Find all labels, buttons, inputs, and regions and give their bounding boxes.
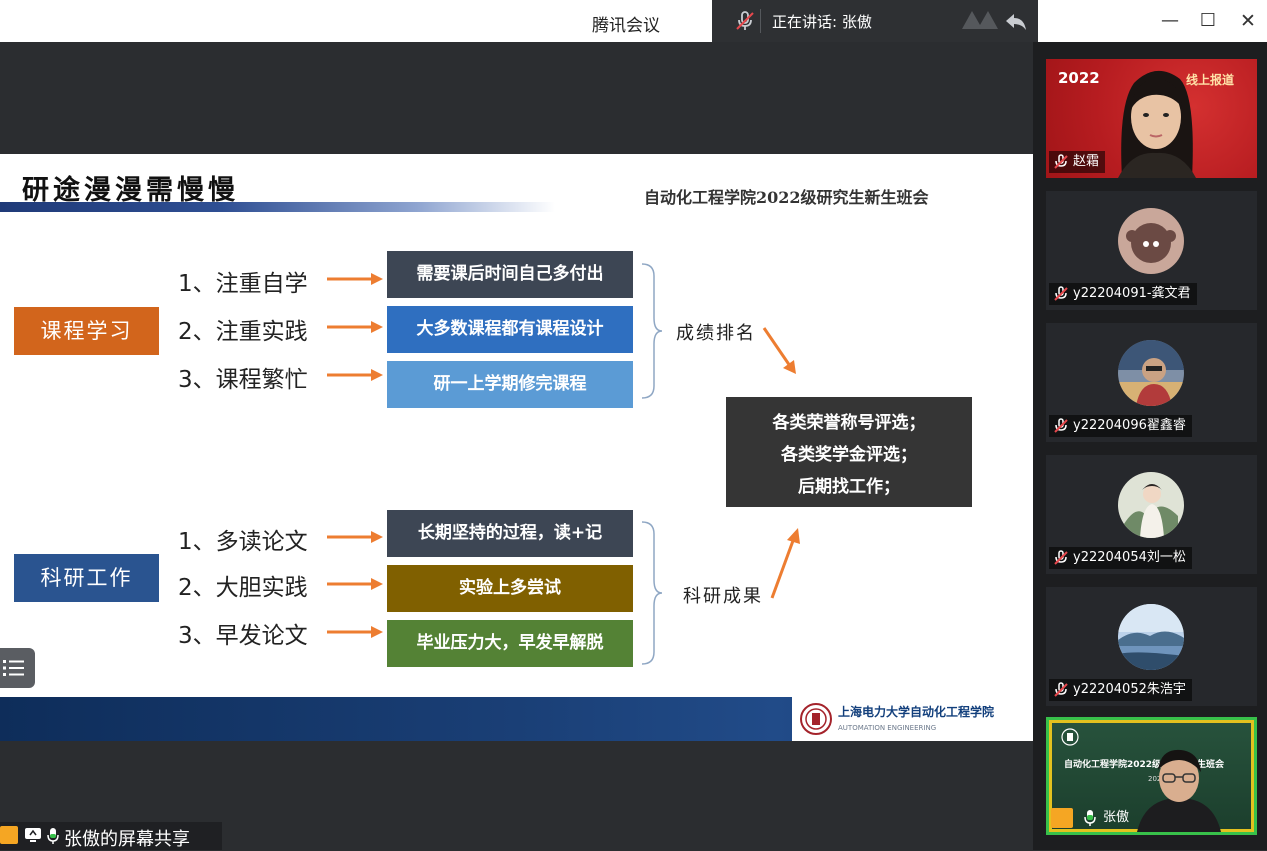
title-underline [0,202,555,212]
research-detail-2: 实验上多尝试 [387,565,633,612]
outcome-line-2: 各类奖学金评选； [781,445,917,465]
title-bar: 腾讯会议 正在讲话: 张傲 — ☐ ✕ [0,0,1267,42]
participant-name-label: 张傲 [1049,806,1129,830]
slide-subtitle: 自动化工程学院2022级研究生新生班会 [644,188,929,207]
participant-tile[interactable]: y22204054刘一松 [1046,455,1257,574]
list-icon [3,660,24,676]
arrow-icon [327,531,383,543]
participant-name: 赵霜 [1073,154,1100,169]
mic-active-icon [1084,810,1096,826]
school-name: 上海电力大学自动化工程学院 [838,705,995,719]
participant-tile[interactable]: 2022 线上报道 赵霜 [1046,59,1257,178]
school-logo-area: 上海电力大学自动化工程学院 AUTOMATION ENGINEERING [792,697,1033,741]
participant-tile[interactable]: y22204096翟鑫睿 [1046,323,1257,442]
course-detail-2: 大多数课程都有课程设计 [387,306,633,353]
outcome-box: 各类荣誉称号评选； 各类奖学金评选； 后期找工作； [726,397,972,507]
maximize-button[interactable]: ☐ [1193,8,1223,34]
participant-name: y22204091-龚文君 [1073,286,1191,301]
arrow-icon [327,626,383,638]
research-detail-3: 毕业压力大，早发早解脱 [387,620,633,667]
brace-icon [641,263,663,399]
participant-video-icon [1118,70,1196,178]
back-arrow-icon[interactable] [1002,8,1030,34]
slide-list-button[interactable] [0,648,35,688]
research-point-1: 1、多读论文 [178,529,308,555]
participant-name: y22204052朱浩宇 [1073,682,1186,697]
presentation-slide: 研途漫漫需慢慢 自动化工程学院2022级研究生新生班会 课程学习 1、注重自学 … [0,154,1033,741]
participant-name: y22204054刘一松 [1073,550,1186,565]
school-name-english: AUTOMATION ENGINEERING [838,724,937,732]
avatar-image [1126,223,1176,263]
mic-muted-icon [1054,286,1068,301]
mic-muted-icon [1054,550,1068,565]
mic-muted-icon [736,11,754,30]
course-point-3: 3、课程繁忙 [178,367,308,393]
avatar [1118,604,1184,670]
participant-name-label: y22204096翟鑫睿 [1049,415,1192,437]
tencent-meeting-logo [962,11,998,29]
minimize-button[interactable]: — [1155,8,1185,34]
research-point-3: 3、早发论文 [178,623,308,649]
participant-video-icon [1137,749,1221,832]
speaking-status: 正在讲话: 张傲 [772,13,872,31]
mic-active-icon [47,828,59,844]
avatar-image [1118,340,1184,406]
speaker-indicator[interactable]: 正在讲话: 张傲 [712,0,1038,42]
course-result: 成绩排名 [676,323,756,344]
avatar-image [1118,604,1184,670]
research-detail-1: 长期坚持的过程，读+记 [387,510,633,557]
divider [760,9,761,33]
participant-name: y22204096翟鑫睿 [1073,418,1186,433]
research-result: 科研成果 [683,586,763,607]
participant-tile-active[interactable]: 自动化工程学院2022级研究生新生班会 2022 张傲 [1046,717,1257,835]
arrow-icon [327,369,383,381]
participant-name-label: y22204052朱浩宇 [1049,679,1192,701]
participant-name: 张傲 [1103,810,1130,825]
avatar [1118,340,1184,406]
course-point-2: 2、注重实践 [178,319,308,345]
arrow-up-right-icon [770,528,800,599]
participant-tile[interactable]: y22204091-龚文君 [1046,191,1257,310]
course-detail-3: 研一上学期修完课程 [387,361,633,408]
research-point-2: 2、大胆实践 [178,575,308,601]
screen-share-label: 张傲的屏幕共享 [0,822,222,850]
outcome-line-3: 后期找工作； [798,477,900,497]
avatar [1118,472,1184,538]
user-icon [0,826,18,844]
screen-share-icon [25,828,41,842]
mic-muted-icon [1054,154,1068,169]
arrow-icon [327,273,383,285]
participant-panel: 2022 线上报道 赵霜 y22204091-龚文君 y22204096翟鑫睿 … [1033,42,1267,850]
category-research: 科研工作 [14,554,159,602]
participant-name-label: 赵霜 [1049,151,1106,173]
app-title: 腾讯会议 [592,16,660,36]
screen-share-area: 研途漫漫需慢慢 自动化工程学院2022级研究生新生班会 课程学习 1、注重自学 … [0,42,1033,850]
arrow-icon [327,578,383,590]
close-button[interactable]: ✕ [1233,8,1263,34]
user-icon [1051,808,1073,828]
course-point-1: 1、注重自学 [178,271,308,297]
participant-tile[interactable]: y22204052朱浩宇 [1046,587,1257,706]
screen-share-owner: 张傲的屏幕共享 [64,829,190,850]
avatar-image [1124,484,1178,538]
banner-text: 2022 [1058,69,1100,87]
mic-muted-icon [1054,418,1068,433]
course-detail-1: 需要课后时间自己多付出 [387,251,633,298]
school-emblem-icon [800,703,832,735]
brace-icon [641,521,663,665]
arrow-down-right-icon [762,327,796,374]
school-emblem-icon [1061,728,1079,746]
participant-name-label: y22204091-龚文君 [1049,283,1197,305]
mic-muted-icon [1054,682,1068,697]
category-course: 课程学习 [14,307,159,355]
participant-name-label: y22204054刘一松 [1049,547,1192,569]
arrow-icon [327,321,383,333]
outcome-line-1: 各类荣誉称号评选； [772,413,926,433]
avatar [1118,208,1184,274]
